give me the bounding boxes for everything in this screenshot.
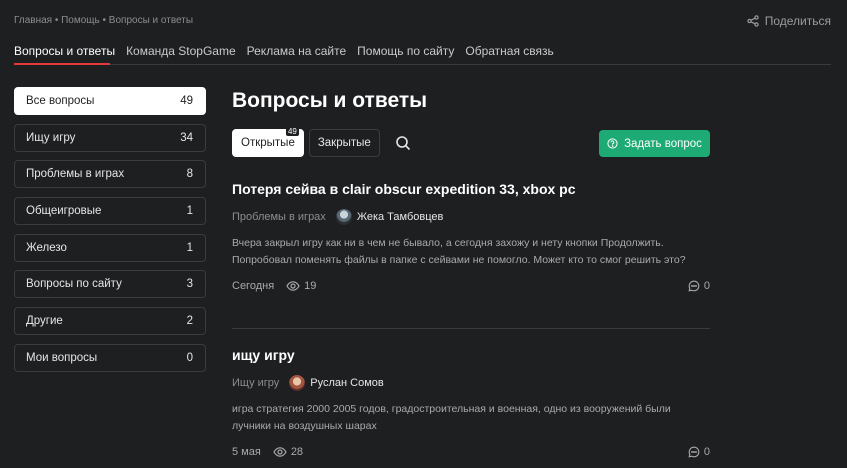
question-title[interactable]: ищу игру <box>232 346 710 364</box>
question-card: Потеря сейва в clair obscur expedition 3… <box>232 180 710 293</box>
sidebar-item-label: Вопросы по сайту <box>26 278 122 290</box>
tab-site-help[interactable]: Помощь по сайту <box>357 44 454 65</box>
question-date: 5 мая <box>232 446 261 458</box>
sidebar: Все вопросы 49 Ищу игру 34 Проблемы в иг… <box>14 87 206 381</box>
question-category[interactable]: Ищу игру <box>232 377 279 389</box>
question-views: 19 <box>286 279 316 293</box>
sidebar-item-count: 1 <box>187 205 193 217</box>
sidebar-item-count: 3 <box>187 278 193 290</box>
sidebar-item-count: 1 <box>187 242 193 254</box>
page-title: Вопросы и ответы <box>232 88 710 114</box>
question-author[interactable]: Жека Тамбовцев <box>357 211 444 223</box>
filter-open-count: 49 <box>286 127 299 136</box>
question-author[interactable]: Руслан Сомов <box>310 377 383 389</box>
question-card: ищу игру Ищу игру Руслан Сомов игра стра… <box>232 346 710 459</box>
views-count: 28 <box>291 446 303 458</box>
filter-closed[interactable]: Закрытые <box>309 129 380 157</box>
nav-active-indicator <box>14 63 110 65</box>
top-nav: Вопросы и ответы Команда StopGame Реклам… <box>14 44 565 65</box>
share-icon <box>747 15 759 27</box>
sidebar-item-all[interactable]: Все вопросы 49 <box>14 87 206 115</box>
sidebar-item-other[interactable]: Другие 2 <box>14 307 206 335</box>
sidebar-item-hardware[interactable]: Железо 1 <box>14 234 206 262</box>
views-count: 19 <box>304 280 316 292</box>
sidebar-item-count: 8 <box>187 168 193 180</box>
tab-feedback[interactable]: Обратная связь <box>465 44 553 65</box>
question-date: Сегодня <box>232 280 274 292</box>
question-text: игра стратегия 2000 2005 годов, градостр… <box>232 401 710 435</box>
avatar[interactable] <box>336 209 352 225</box>
sidebar-item-label: Все вопросы <box>26 95 94 107</box>
tab-team[interactable]: Команда StopGame <box>126 44 236 65</box>
question-comments[interactable]: 0 <box>688 446 710 458</box>
share-button[interactable]: Поделиться <box>747 14 831 28</box>
sidebar-item-count: 34 <box>180 132 193 144</box>
sidebar-item-label: Железо <box>26 242 67 254</box>
search-button[interactable] <box>389 129 417 157</box>
ask-question-button[interactable]: Задать вопрос <box>599 130 710 157</box>
question-title[interactable]: Потеря сейва в clair obscur expedition 3… <box>232 180 710 198</box>
comments-count: 0 <box>704 446 710 458</box>
eye-icon <box>273 445 287 459</box>
sidebar-item-count: 49 <box>180 95 193 107</box>
question-circle-icon <box>607 138 618 149</box>
question-divider <box>232 328 710 329</box>
eye-icon <box>286 279 300 293</box>
filter-closed-label: Закрытые <box>318 137 371 149</box>
filter-open[interactable]: Открытые 49 <box>232 129 304 157</box>
comments-count: 0 <box>704 280 710 292</box>
question-filters: Открытые 49 Закрытые <box>232 129 417 157</box>
sidebar-item-count: 2 <box>187 315 193 327</box>
sidebar-item-my-questions[interactable]: Мои вопросы 0 <box>14 344 206 372</box>
share-label: Поделиться <box>765 14 831 28</box>
sidebar-item-label: Мои вопросы <box>26 352 97 364</box>
sidebar-item-general[interactable]: Общеигровые 1 <box>14 197 206 225</box>
tab-questions[interactable]: Вопросы и ответы <box>14 44 115 65</box>
sidebar-item-game-problems[interactable]: Проблемы в играх 8 <box>14 160 206 188</box>
breadcrumb: Главная • Помощь • Вопросы и ответы <box>14 15 193 26</box>
comment-icon <box>688 446 700 458</box>
question-views: 28 <box>273 445 303 459</box>
question-text: Вчера закрыл игру как ни в чем не бывало… <box>232 235 710 269</box>
question-category[interactable]: Проблемы в играх <box>232 211 326 223</box>
filter-open-label: Открытые <box>241 137 295 149</box>
ask-question-label: Задать вопрос <box>624 138 702 150</box>
search-icon <box>395 135 411 151</box>
sidebar-item-label: Проблемы в играх <box>26 168 124 180</box>
comment-icon <box>688 280 700 292</box>
sidebar-item-label: Ищу игру <box>26 132 75 144</box>
tab-ads[interactable]: Реклама на сайте <box>247 44 347 65</box>
avatar[interactable] <box>289 375 305 391</box>
nav-divider <box>14 64 831 65</box>
main-content: Вопросы и ответы <box>232 88 710 114</box>
sidebar-item-count: 0 <box>187 352 193 364</box>
question-comments[interactable]: 0 <box>688 280 710 292</box>
sidebar-item-label: Общеигровые <box>26 205 101 217</box>
sidebar-item-site-questions[interactable]: Вопросы по сайту 3 <box>14 270 206 298</box>
sidebar-item-label: Другие <box>26 315 63 327</box>
sidebar-item-find-game[interactable]: Ищу игру 34 <box>14 124 206 152</box>
